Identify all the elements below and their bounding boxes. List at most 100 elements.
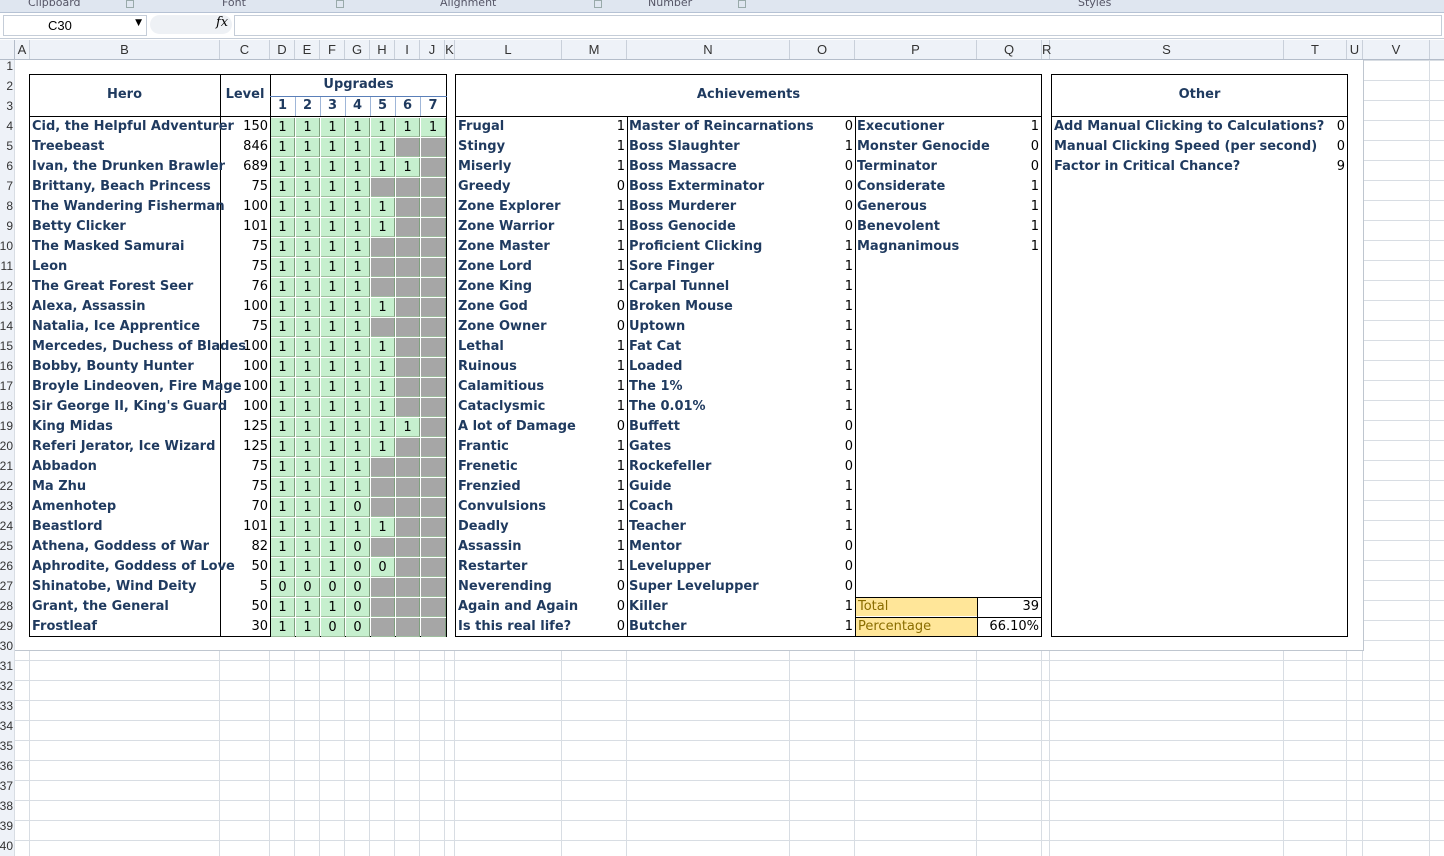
row-header[interactable]: 22 (0, 479, 13, 493)
upgrade-cell[interactable]: 1 (346, 258, 370, 277)
upgrade-cell[interactable]: 1 (321, 158, 345, 177)
upgrade-cell[interactable] (371, 278, 395, 297)
other-setting-value[interactable]: 0 (1284, 139, 1345, 154)
upgrade-cell[interactable] (371, 598, 395, 617)
upgrade-cell[interactable]: 1 (296, 118, 320, 137)
upgrade-cell[interactable] (396, 598, 420, 617)
upgrade-cell[interactable]: 1 (346, 318, 370, 337)
upgrade-cell[interactable]: 1 (271, 218, 295, 237)
upgrade-cell[interactable]: 1 (321, 118, 345, 137)
upgrade-cell[interactable]: 1 (321, 378, 345, 397)
ribbon-dialog-launcher-icon[interactable] (738, 0, 746, 8)
upgrade-cell[interactable]: 1 (396, 158, 420, 177)
column-header-r[interactable]: R (1042, 40, 1051, 59)
upgrade-cell[interactable]: 1 (321, 198, 345, 217)
upgrade-cell[interactable]: 1 (321, 518, 345, 537)
upgrade-cell[interactable]: 1 (346, 478, 370, 497)
upgrade-cell[interactable] (371, 458, 395, 477)
column-header-o[interactable]: O (790, 40, 855, 59)
upgrade-cell[interactable]: 1 (296, 298, 320, 317)
row-header[interactable]: 15 (0, 339, 13, 353)
upgrade-cell[interactable]: 1 (321, 358, 345, 377)
upgrade-cell[interactable]: 1 (271, 358, 295, 377)
upgrade-cell[interactable]: 1 (321, 218, 345, 237)
upgrade-cell[interactable]: 1 (346, 418, 370, 437)
upgrade-cell[interactable] (421, 238, 446, 257)
upgrade-cell[interactable]: 1 (346, 118, 370, 137)
upgrade-cell[interactable]: 1 (296, 318, 320, 337)
upgrade-cell[interactable]: 1 (296, 398, 320, 417)
upgrade-cell[interactable]: 0 (321, 618, 345, 637)
upgrade-cell[interactable] (421, 518, 446, 537)
upgrade-cell[interactable] (421, 598, 446, 617)
upgrade-cell[interactable]: 0 (296, 578, 320, 597)
row-header[interactable]: 38 (0, 799, 13, 813)
upgrade-cell[interactable] (421, 558, 446, 577)
row-header[interactable]: 6 (6, 159, 13, 173)
upgrade-cell[interactable]: 1 (296, 418, 320, 437)
column-header-i[interactable]: I (395, 40, 420, 59)
column-header-v[interactable]: V (1363, 40, 1430, 59)
upgrade-cell[interactable]: 1 (296, 258, 320, 277)
upgrade-cell[interactable]: 1 (271, 598, 295, 617)
upgrade-cell[interactable]: 1 (346, 378, 370, 397)
upgrade-cell[interactable]: 1 (271, 318, 295, 337)
upgrade-cell[interactable]: 1 (346, 298, 370, 317)
column-header-t[interactable]: T (1284, 40, 1347, 59)
column-header-a[interactable]: A (15, 40, 30, 59)
upgrade-cell[interactable]: 1 (346, 178, 370, 197)
name-box[interactable]: C30 ▼ (3, 15, 147, 36)
row-header[interactable]: 5 (6, 139, 13, 153)
row-header[interactable]: 39 (0, 819, 13, 833)
upgrade-cell[interactable]: 1 (346, 518, 370, 537)
upgrade-cell[interactable]: 1 (271, 498, 295, 517)
upgrade-cell[interactable] (371, 498, 395, 517)
column-header-h[interactable]: H (370, 40, 395, 59)
other-setting-value[interactable]: 9 (1284, 159, 1345, 174)
upgrade-cell[interactable]: 1 (296, 558, 320, 577)
row-header[interactable]: 11 (1, 259, 13, 273)
upgrade-cell[interactable]: 1 (296, 358, 320, 377)
upgrade-cell[interactable]: 1 (271, 258, 295, 277)
other-setting-value[interactable]: 0 (1284, 119, 1345, 134)
insert-function-icon[interactable]: fx (216, 15, 228, 30)
row-header[interactable]: 18 (0, 399, 13, 413)
upgrade-cell[interactable] (371, 538, 395, 557)
row-header[interactable]: 8 (6, 199, 13, 213)
upgrade-cell[interactable] (396, 198, 420, 217)
upgrade-cell[interactable]: 1 (296, 458, 320, 477)
upgrade-cell[interactable]: 1 (321, 258, 345, 277)
upgrade-cell[interactable]: 1 (371, 358, 395, 377)
upgrade-cell[interactable]: 1 (321, 458, 345, 477)
column-header-g[interactable]: G (345, 40, 370, 59)
upgrade-cell[interactable]: 1 (296, 438, 320, 457)
row-header[interactable]: 13 (0, 299, 13, 313)
ribbon-dialog-launcher-icon[interactable] (594, 0, 602, 8)
row-header[interactable]: 7 (6, 179, 13, 193)
upgrade-cell[interactable]: 1 (371, 298, 395, 317)
upgrade-cell[interactable]: 1 (271, 178, 295, 197)
upgrade-cell[interactable]: 1 (296, 178, 320, 197)
row-header[interactable]: 31 (0, 659, 13, 673)
row-header[interactable]: 30 (0, 639, 13, 653)
row-header[interactable]: 23 (0, 499, 13, 513)
upgrade-cell[interactable]: 1 (346, 138, 370, 157)
column-header-n[interactable]: N (627, 40, 790, 59)
upgrade-cell[interactable] (396, 178, 420, 197)
upgrade-cell[interactable]: 1 (321, 298, 345, 317)
upgrade-cell[interactable]: 1 (371, 118, 395, 137)
upgrade-cell[interactable]: 1 (321, 538, 345, 557)
upgrade-cell[interactable]: 1 (271, 618, 295, 637)
upgrade-cell[interactable]: 1 (271, 558, 295, 577)
upgrade-cell[interactable]: 1 (371, 418, 395, 437)
upgrade-cell[interactable]: 1 (271, 158, 295, 177)
upgrade-cell[interactable]: 1 (271, 338, 295, 357)
upgrade-cell[interactable] (396, 258, 420, 277)
upgrade-cell[interactable] (396, 458, 420, 477)
upgrade-cell[interactable] (396, 318, 420, 337)
formula-input[interactable] (234, 15, 1442, 36)
upgrade-cell[interactable] (421, 338, 446, 357)
column-header-p[interactable]: P (855, 40, 977, 59)
upgrade-cell[interactable]: 1 (346, 158, 370, 177)
upgrade-cell[interactable]: 1 (271, 398, 295, 417)
